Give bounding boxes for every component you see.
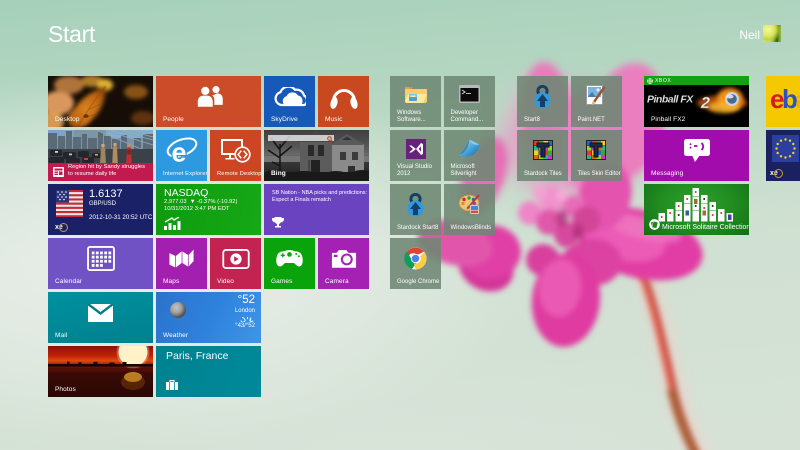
svg-text:Pinball FX: Pinball FX: [647, 94, 694, 106]
svg-text:2: 2: [700, 95, 710, 112]
svg-text:e: e: [171, 138, 186, 165]
